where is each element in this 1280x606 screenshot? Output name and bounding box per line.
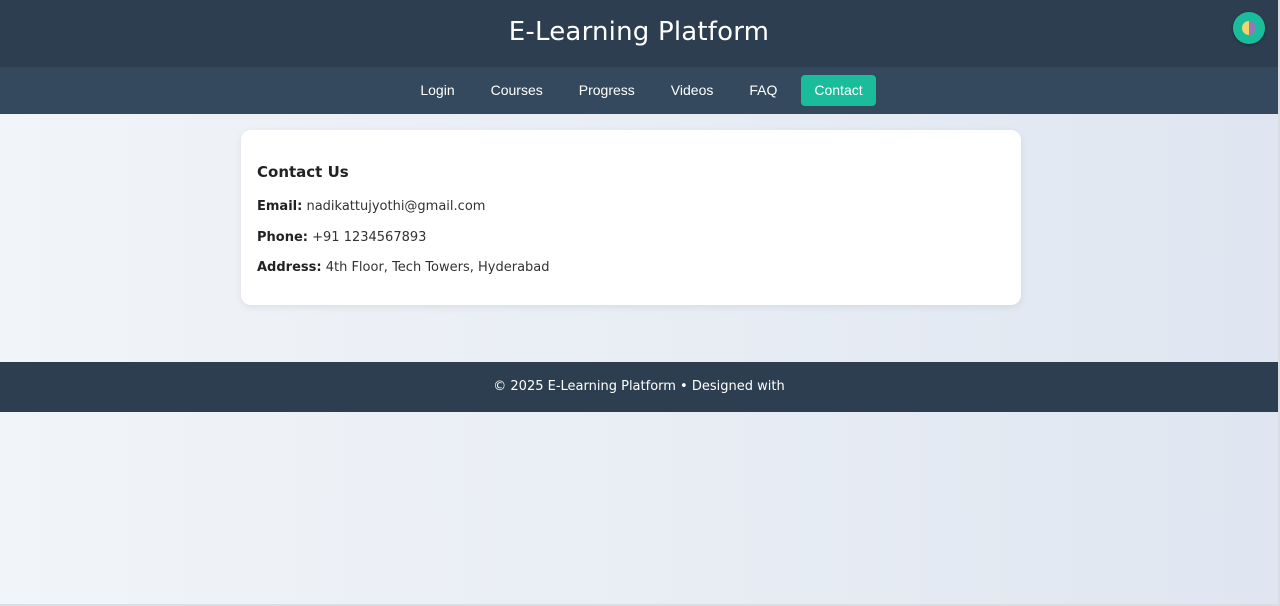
- phone-value: +91 1234567893: [312, 230, 427, 245]
- email-row: Email: nadikattujyothi@gmail.com: [257, 199, 485, 214]
- nav-item-progress[interactable]: Progress: [567, 75, 647, 106]
- address-label: Address:: [257, 260, 322, 275]
- footer-text: © 2025 E-Learning Platform • Designed wi…: [493, 379, 785, 394]
- nav-item-videos[interactable]: Videos: [659, 75, 726, 106]
- email-value: nadikattujyothi@gmail.com: [306, 199, 486, 214]
- address-value: 4th Floor, Tech Towers, Hyderabad: [325, 260, 550, 275]
- contact-heading: Contact Us: [257, 163, 349, 181]
- site-title: E-Learning Platform: [508, 17, 770, 47]
- phone-label: Phone:: [257, 230, 308, 245]
- nav-item-login[interactable]: Login: [408, 75, 466, 106]
- email-label: Email:: [257, 199, 303, 214]
- nav-list: Login Courses Progress Videos FAQ Contac…: [0, 75, 1278, 106]
- phone-row: Phone: +91 1234567893: [257, 230, 426, 245]
- contact-card: Contact Us Email: nadikattujyothi@gmail.…: [241, 130, 1021, 305]
- half-circle-icon: [1242, 21, 1256, 35]
- nav-item-faq[interactable]: FAQ: [737, 75, 789, 106]
- nav-item-courses[interactable]: Courses: [479, 75, 555, 106]
- address-row: Address: 4th Floor, Tech Towers, Hyderab…: [257, 260, 550, 275]
- theme-toggle-button[interactable]: [1233, 12, 1265, 44]
- site-footer: © 2025 E-Learning Platform • Designed wi…: [0, 362, 1278, 412]
- nav-item-contact[interactable]: Contact: [801, 75, 876, 106]
- site-header: E-Learning Platform: [0, 0, 1278, 67]
- main-nav: Login Courses Progress Videos FAQ Contac…: [0, 67, 1278, 114]
